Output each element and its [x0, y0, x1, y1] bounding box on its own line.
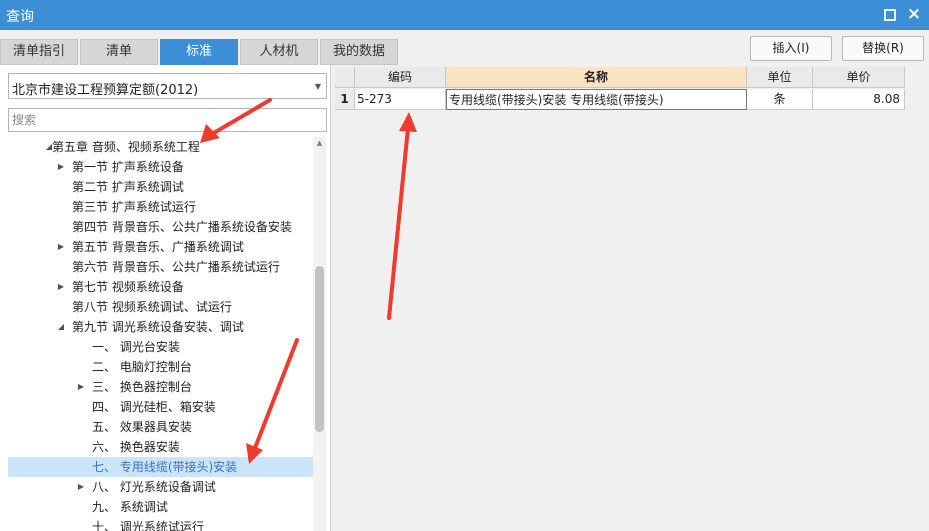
chevron-down-icon[interactable]: ▼: [315, 82, 321, 91]
tree-item-label: 六、 换色器安装: [92, 440, 180, 454]
tab-list[interactable]: 清单: [80, 39, 158, 65]
tree-item-label: 八、 灯光系统设备调试: [92, 480, 216, 494]
tree-item[interactable]: 五、 效果器具安装: [8, 417, 313, 437]
tree-collapsed-icon[interactable]: ▶: [56, 157, 66, 177]
cell-code[interactable]: 5-273: [355, 89, 446, 110]
tree-scrollbar[interactable]: ▲: [313, 137, 326, 531]
annotation-arrow-code: [387, 112, 417, 320]
column-header-unit[interactable]: 单位: [747, 67, 813, 88]
close-icon[interactable]: ×: [905, 5, 923, 23]
tree-item[interactable]: 十、 调光系统试运行: [8, 517, 313, 531]
tree-item-label: 第三节 扩声系统试运行: [72, 200, 196, 214]
tree-item-label: 九、 系统调试: [92, 500, 168, 514]
column-header-name[interactable]: 名称: [446, 67, 747, 88]
cell-name[interactable]: 专用线缆(带接头)安装 专用线缆(带接头): [446, 89, 747, 110]
tree-item[interactable]: 一、 调光台安装: [8, 337, 313, 357]
category-tabs: 清单指引 清单 标准 人材机 我的数据: [0, 39, 400, 65]
maximize-icon[interactable]: [880, 5, 898, 23]
tree-item-label: 一、 调光台安装: [92, 340, 180, 354]
tree-item-label: 第四节 背景音乐、公共广播系统设备安装: [72, 220, 292, 234]
tree-collapsed-icon[interactable]: ▶: [56, 277, 66, 297]
scrollbar-thumb[interactable]: [315, 266, 324, 432]
quota-select[interactable]: 北京市建设工程预算定额(2012) ▼: [8, 73, 327, 99]
tree-item-label: 第七节 视频系统设备: [72, 280, 184, 294]
tree-item[interactable]: ▶ 八、 灯光系统设备调试: [8, 477, 313, 497]
tree-item-label: 五、 效果器具安装: [92, 420, 192, 434]
tree-item-label: 第五章 音频、视频系统工程: [52, 140, 200, 154]
tree-item[interactable]: 第六节 背景音乐、公共广播系统试运行: [8, 257, 313, 277]
insert-button[interactable]: 插入(I): [750, 36, 832, 61]
tree-item-label: 第二节 扩声系统调试: [72, 180, 184, 194]
tab-standard[interactable]: 标准: [160, 39, 238, 65]
row-number-header: [335, 67, 355, 88]
cell-price[interactable]: 8.08: [813, 89, 905, 110]
row-number[interactable]: 1: [335, 89, 355, 110]
tree-item-label: 第五节 背景音乐、广播系统调试: [72, 240, 244, 254]
tree-item-label: 第八节 视频系统调试、试运行: [72, 300, 232, 314]
tree-expanded-icon[interactable]: ◢: [56, 317, 66, 337]
tree-collapsed-icon[interactable]: ▶: [56, 237, 66, 257]
column-header-code[interactable]: 编码: [355, 67, 446, 88]
chapter-tree: ◢ 第五章 音频、视频系统工程 ▶ 第一节 扩声系统设备 第二节 扩声系统调试 第三节 扩…: [8, 137, 313, 531]
tree-item-label: 第九节 调光系统设备安装、调试: [72, 320, 244, 334]
tree-item-label: 二、 电脑灯控制台: [92, 360, 192, 374]
tree-item[interactable]: 四、 调光硅柜、箱安装: [8, 397, 313, 417]
tree-item[interactable]: 七、 专用线缆(带接头)安装: [8, 457, 313, 477]
tab-list-guide[interactable]: 清单指引: [0, 39, 78, 65]
tree-item[interactable]: ▶ 三、 换色器控制台: [8, 377, 313, 397]
tree-item-label: 十、 调光系统试运行: [92, 520, 204, 531]
cell-unit[interactable]: 条: [747, 89, 813, 110]
replace-button[interactable]: 替换(R): [842, 36, 924, 61]
tree-collapsed-icon[interactable]: ▶: [76, 377, 86, 397]
tree-item[interactable]: 第二节 扩声系统调试: [8, 177, 313, 197]
tree-collapsed-icon[interactable]: ▶: [76, 477, 86, 497]
scroll-up-icon[interactable]: ▲: [313, 137, 326, 149]
tree-item[interactable]: 第八节 视频系统调试、试运行: [8, 297, 313, 317]
tree-item-label: 四、 调光硅柜、箱安装: [92, 400, 216, 414]
tree-item-label: 第一节 扩声系统设备: [72, 160, 184, 174]
title-bar: 查询 ×: [0, 0, 929, 30]
search-input[interactable]: [8, 108, 327, 132]
tree-item[interactable]: 二、 电脑灯控制台: [8, 357, 313, 377]
left-panel: 北京市建设工程预算定额(2012) ▼ ◢第五章 音频、视频系统工程▶第一节 扩…: [0, 65, 331, 531]
tree-item-label: 第六节 背景音乐、公共广播系统试运行: [72, 260, 280, 274]
tree-item-label: 七、 专用线缆(带接头)安装: [92, 460, 238, 474]
quota-select-value: 北京市建设工程预算定额(2012): [12, 83, 199, 98]
tree-item[interactable]: ▶ 第一节 扩声系统设备: [8, 157, 313, 177]
tab-labor-material-machine[interactable]: 人材机: [240, 39, 318, 65]
column-header-price[interactable]: 单价: [813, 67, 905, 88]
tree-item[interactable]: ◢ 第五章 音频、视频系统工程: [8, 137, 313, 157]
tree-item[interactable]: 第三节 扩声系统试运行: [8, 197, 313, 217]
tree-item[interactable]: 六、 换色器安装: [8, 437, 313, 457]
tree-item[interactable]: ▶ 第五节 背景音乐、广播系统调试: [8, 237, 313, 257]
window-title: 查询: [6, 9, 34, 25]
tab-my-data[interactable]: 我的数据: [320, 39, 398, 65]
tree-item[interactable]: ▶ 第七节 视频系统设备: [8, 277, 313, 297]
tree-item[interactable]: ◢ 第九节 调光系统设备安装、调试: [8, 317, 313, 337]
tree-item-label: 三、 换色器控制台: [92, 380, 192, 394]
tree-item[interactable]: 九、 系统调试: [8, 497, 313, 517]
tree-item[interactable]: 第四节 背景音乐、公共广播系统设备安装: [8, 217, 313, 237]
